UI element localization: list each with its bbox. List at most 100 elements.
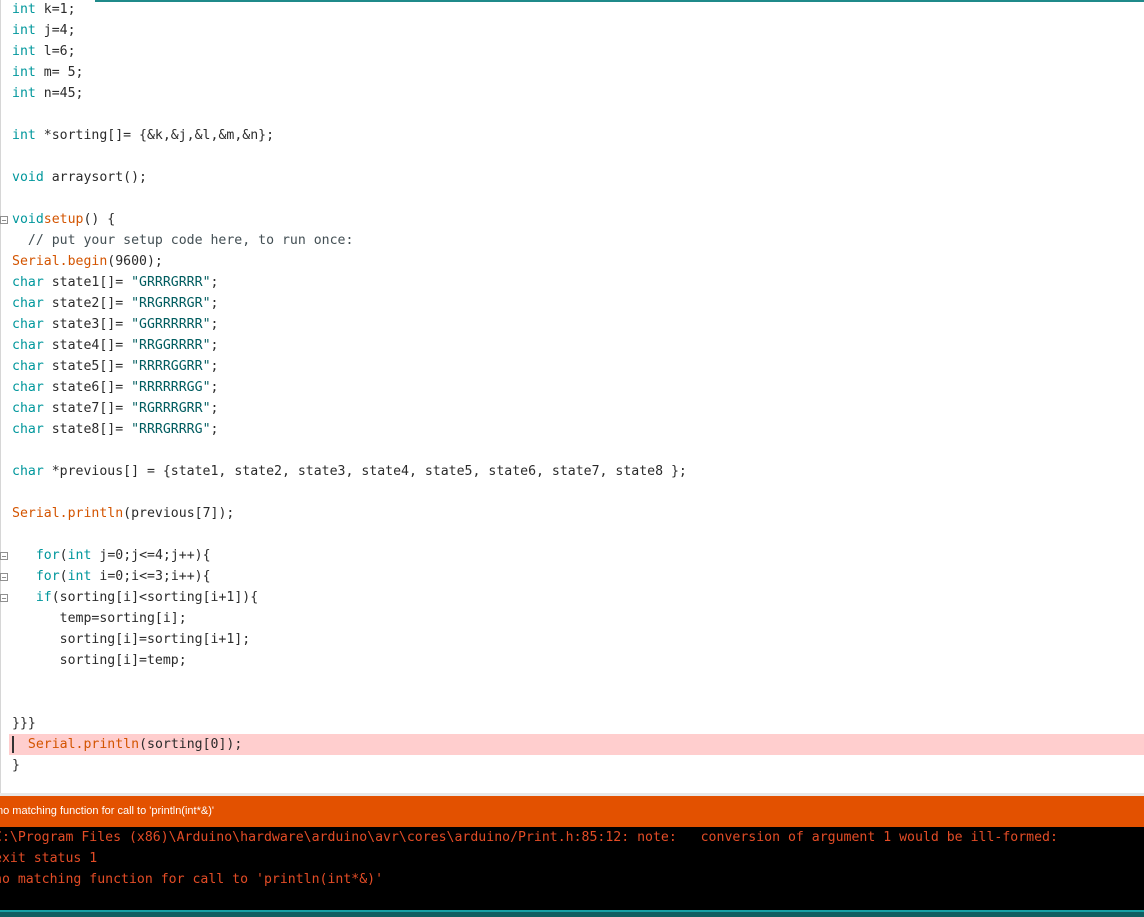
code-editor[interactable]: − − − − int k=1; int j=4; int l=6; int m= 5… bbox=[0, 0, 1144, 793]
code-function: setup bbox=[43, 212, 84, 227]
editor-gutter bbox=[0, 0, 1, 793]
code-keyword: void bbox=[12, 212, 44, 227]
code-line[interactable]: void arraysort(); bbox=[12, 167, 147, 188]
code-keyword: for bbox=[35, 569, 60, 584]
code-line[interactable]: int l=6; bbox=[12, 41, 76, 62]
code-line[interactable]: }}} bbox=[12, 713, 36, 734]
error-message: no matching function for call to 'printl… bbox=[0, 805, 214, 817]
code-keyword: char bbox=[12, 296, 44, 311]
code-text: sorting[i]=temp; bbox=[12, 653, 187, 668]
code-keyword: char bbox=[12, 359, 44, 374]
code-text: state2[]= bbox=[43, 296, 132, 311]
code-keyword: for bbox=[35, 548, 60, 563]
code-string: "GRRRGRRR" bbox=[131, 275, 211, 290]
code-line[interactable]: char state4[]= "RRGGRRRR"; bbox=[12, 335, 218, 356]
code-text: state8[]= bbox=[43, 422, 132, 437]
code-line[interactable]: // put your setup code here, to run once… bbox=[12, 230, 354, 251]
code-function: .println bbox=[75, 737, 140, 752]
code-text: *previous[] = {state1, state2, state3, s… bbox=[43, 464, 687, 479]
code-keyword: char bbox=[12, 338, 44, 353]
code-line[interactable]: int *sorting[]= {&k,&j,&l,&m,&n}; bbox=[12, 125, 274, 146]
code-keyword: char bbox=[12, 275, 44, 290]
code-keyword: char bbox=[12, 464, 44, 479]
code-keyword: void bbox=[12, 170, 44, 185]
code-line[interactable]: char state3[]= "GGRRRRRR"; bbox=[12, 314, 218, 335]
code-line[interactable]: Serial.println(previous[7]); bbox=[12, 503, 234, 524]
code-text: state5[]= bbox=[43, 359, 132, 374]
code-text: temp=sorting[i]; bbox=[12, 611, 187, 626]
code-line[interactable]: int j=4; bbox=[12, 20, 76, 41]
code-keyword: int bbox=[12, 44, 36, 59]
code-text: () { bbox=[83, 212, 116, 227]
fold-toggle-icon[interactable]: − bbox=[0, 216, 8, 225]
output-console[interactable]: C:\Program Files (x86)\Arduino\hardware\… bbox=[0, 827, 1144, 910]
code-line[interactable]: Serial.println(sorting[0]); bbox=[12, 734, 242, 755]
code-keyword: int bbox=[67, 569, 92, 584]
code-line[interactable]: Serial.begin(9600); bbox=[12, 251, 163, 272]
code-line[interactable]: int n=45; bbox=[12, 83, 83, 104]
code-text: sorting[i]=sorting[i+1]; bbox=[12, 632, 251, 647]
code-line[interactable]: for(int j=0;j<=4;j++){ bbox=[12, 545, 211, 566]
code-function: .println bbox=[59, 506, 124, 521]
code-text: ; bbox=[210, 380, 219, 395]
code-line[interactable]: int m= 5; bbox=[12, 62, 83, 83]
code-text: m= 5; bbox=[35, 65, 84, 80]
code-keyword: int bbox=[12, 65, 36, 80]
code-line[interactable]: char *previous[] = {state1, state2, stat… bbox=[12, 461, 687, 482]
code-line[interactable]: char state8[]= "RRRGRRRG"; bbox=[12, 419, 218, 440]
code-text: k=1; bbox=[35, 2, 76, 17]
code-text: ; bbox=[210, 317, 219, 332]
code-line[interactable]: if(sorting[i]<sorting[i+1]){ bbox=[12, 587, 258, 608]
code-string: "GGRRRRRR" bbox=[131, 317, 211, 332]
code-text: state6[]= bbox=[43, 380, 132, 395]
code-line[interactable]: char state7[]= "RGRRRGRR"; bbox=[12, 398, 218, 419]
code-text: ( bbox=[59, 569, 68, 584]
code-string: "RRRRRRGG" bbox=[131, 380, 211, 395]
code-text: ; bbox=[210, 338, 219, 353]
code-keyword: int bbox=[67, 548, 92, 563]
code-text: ( bbox=[59, 548, 68, 563]
code-line[interactable]: char state5[]= "RRRRGGRR"; bbox=[12, 356, 218, 377]
code-keyword: char bbox=[12, 422, 44, 437]
code-keyword: char bbox=[12, 380, 44, 395]
code-line[interactable]: for(int i=0;i<=3;i++){ bbox=[12, 566, 211, 587]
code-line[interactable]: int k=1; bbox=[12, 0, 76, 20]
code-function: Serial bbox=[12, 254, 60, 269]
code-line[interactable]: char state1[]= "GRRRGRRR"; bbox=[12, 272, 218, 293]
code-text: ; bbox=[210, 359, 219, 374]
fold-toggle-icon[interactable]: − bbox=[0, 594, 8, 603]
code-line[interactable]: temp=sorting[i]; bbox=[12, 608, 187, 629]
code-text: n=45; bbox=[35, 86, 84, 101]
code-text: j=4; bbox=[35, 23, 76, 38]
code-text: state3[]= bbox=[43, 317, 132, 332]
code-line[interactable]: sorting[i]=temp; bbox=[12, 650, 187, 671]
code-text: state7[]= bbox=[43, 401, 132, 416]
footer-bar-inner bbox=[0, 912, 1144, 917]
code-keyword: int bbox=[12, 86, 36, 101]
code-text: } bbox=[12, 758, 20, 773]
code-text: (9600); bbox=[107, 254, 163, 269]
code-keyword: char bbox=[12, 401, 44, 416]
editor-top-border bbox=[95, 0, 1144, 2]
console-line: exit status 1 bbox=[0, 851, 98, 866]
fold-toggle-icon[interactable]: − bbox=[0, 573, 8, 582]
fold-toggle-icon[interactable]: − bbox=[0, 552, 8, 561]
code-text: (previous[7]); bbox=[123, 506, 235, 521]
code-keyword: if bbox=[35, 590, 52, 605]
code-line[interactable]: char state2[]= "RRGRRRGR"; bbox=[12, 293, 218, 314]
code-function: .begin bbox=[59, 254, 108, 269]
code-text: }}} bbox=[12, 716, 36, 731]
code-string: "RGRRRGRR" bbox=[131, 401, 211, 416]
code-string: "RRRGRRRG" bbox=[131, 422, 211, 437]
code-text: (sorting[i]<sorting[i+1]){ bbox=[51, 590, 259, 605]
code-string: "RRRRGGRR" bbox=[131, 359, 211, 374]
code-line[interactable]: char state6[]= "RRRRRRGG"; bbox=[12, 377, 218, 398]
code-line[interactable]: sorting[i]=sorting[i+1]; bbox=[12, 629, 251, 650]
code-line[interactable]: voidsetup() { bbox=[12, 209, 115, 230]
code-text: arraysort(); bbox=[43, 170, 147, 185]
code-text: ; bbox=[210, 401, 219, 416]
code-text: j=0;j<=4;j++){ bbox=[91, 548, 211, 563]
code-line[interactable]: } bbox=[12, 755, 20, 776]
